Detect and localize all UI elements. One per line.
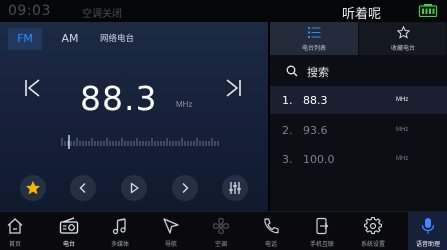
station-frequency: 100.0 [303, 153, 335, 166]
station-unit: MHz [396, 156, 409, 162]
search-row[interactable]: 搜索 [270, 58, 447, 84]
nav-voice-assistant-label: 语音助理 [415, 241, 440, 248]
tab-station-list-label: 电台列表 [301, 45, 326, 52]
station-frequency: 88.3 [303, 94, 328, 107]
nav-radio-label: 电台 [62, 241, 75, 248]
equalizer-button[interactable] [222, 175, 248, 201]
star-outline-icon [397, 26, 410, 39]
list-icon [308, 27, 321, 38]
nav-home-label: 首页 [8, 241, 21, 248]
ac-status[interactable]: 空调关闭 [82, 5, 122, 20]
nav-media-label: 多媒体 [110, 241, 129, 248]
bottom-nav: 首页 电台 多媒体 导航 空调 电话 手机互联 系统设置 语音助理 [0, 211, 447, 250]
next-station-button[interactable] [172, 175, 198, 201]
station-index: 3. [282, 153, 293, 166]
band-tabs: FM AM 网络电台 [8, 28, 146, 50]
station-unit: MHz [396, 97, 409, 103]
nav-ac-label: 空调 [214, 241, 227, 248]
status-time: 09:03 [8, 3, 51, 19]
play-button[interactable] [121, 175, 147, 201]
nav-navigation-label: 导航 [164, 241, 177, 248]
home-icon [7, 218, 23, 234]
battery-full-icon [418, 4, 438, 17]
search-label: 搜索 [307, 66, 329, 79]
nav-home[interactable]: 首页 [0, 212, 40, 250]
station-item[interactable]: 3. 100.0 MHz [270, 145, 447, 173]
search-icon [286, 65, 298, 77]
tab-fm[interactable]: FM [8, 28, 42, 50]
nav-voice-assistant[interactable]: 语音助理 [408, 212, 447, 250]
fan-icon [212, 217, 230, 235]
nav-navigation[interactable]: 导航 [146, 212, 196, 250]
list-tabs: 电台列表 收藏电台 [270, 22, 447, 55]
nav-radio[interactable]: 电台 [44, 212, 94, 250]
station-item[interactable]: 2. 93.6 MHz [270, 116, 447, 144]
nav-settings[interactable]: 系统设置 [348, 212, 398, 250]
radio-panel: FM AM 网络电台 88.3 MHz [0, 22, 268, 211]
tab-am[interactable]: AM [52, 28, 88, 50]
frequency-scale[interactable] [60, 135, 220, 149]
tab-favorite-stations[interactable]: 收藏电台 [358, 22, 446, 55]
radio-icon [59, 217, 79, 234]
equalizer-icon [229, 182, 241, 194]
station-item[interactable]: 1. 88.3 MHz [270, 86, 447, 114]
seek-prev-icon[interactable] [24, 77, 42, 99]
nav-phone-label: 电话 [264, 241, 277, 248]
tab-net-radio[interactable]: 网络电台 [88, 28, 146, 50]
play-icon [130, 182, 139, 194]
station-index: 2. [282, 124, 293, 137]
prev-station-button[interactable] [70, 175, 96, 201]
seek-next-icon[interactable] [224, 77, 242, 99]
playback-controls [0, 175, 268, 205]
station-unit: MHz [396, 127, 409, 133]
phone-link-icon [316, 217, 329, 235]
nav-phone[interactable]: 电话 [246, 212, 296, 250]
favorite-star-icon [26, 181, 40, 195]
current-frequency: 88.3 [80, 79, 158, 118]
nav-media[interactable]: 多媒体 [95, 212, 145, 250]
station-frequency: 93.6 [303, 124, 328, 137]
station-list-panel: 电台列表 收藏电台 搜索 1. 88.3 MHz 2. 93.6 MHz 3. … [270, 22, 447, 211]
nav-settings-label: 系统设置 [360, 241, 385, 248]
prev-arrow-icon [79, 183, 86, 193]
station-index: 1. [282, 94, 293, 107]
nav-phone-link-label: 手机互联 [309, 241, 334, 248]
microphone-icon [421, 218, 435, 234]
gear-icon [364, 217, 382, 235]
nav-ac[interactable]: 空调 [196, 212, 246, 250]
app-title: 听着呢 [342, 7, 382, 22]
navigation-arrow-icon [163, 218, 179, 234]
tab-station-list[interactable]: 电台列表 [270, 22, 358, 55]
frequency-unit: MHz [176, 100, 193, 109]
favorite-button[interactable] [20, 175, 46, 201]
next-arrow-icon [182, 183, 189, 193]
status-bar: 09:03 空调关闭 听着呢 [0, 0, 447, 22]
phone-icon [264, 218, 279, 234]
music-note-icon [112, 218, 126, 235]
nav-phone-link[interactable]: 手机互联 [297, 212, 347, 250]
tab-favorite-stations-label: 收藏电台 [390, 45, 415, 52]
